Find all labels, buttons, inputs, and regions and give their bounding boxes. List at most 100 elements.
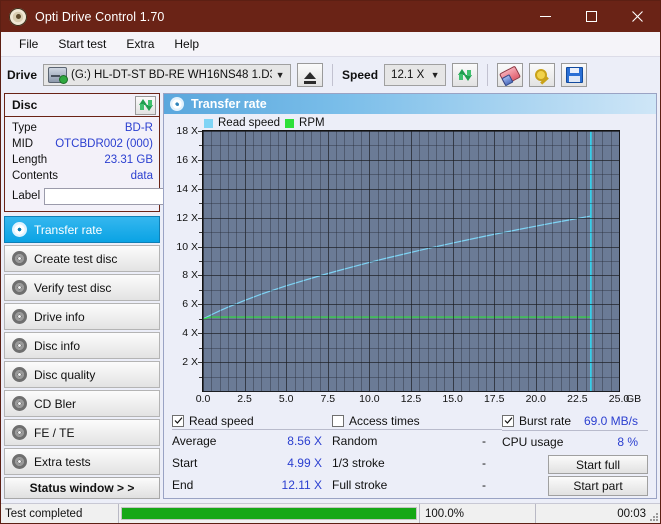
grid-line-h <box>203 131 619 132</box>
sidebar-item-cd-bler[interactable]: CD Bler <box>4 390 160 417</box>
x-axis-tick-label: 17.5 <box>484 393 504 405</box>
menu-start-test[interactable]: Start test <box>48 34 116 54</box>
disc-field-key: MID <box>12 138 33 150</box>
start-full-button[interactable]: Start full <box>548 455 648 475</box>
disc-refresh-button[interactable] <box>135 96 156 115</box>
x-axis-tick-label: 25.0 <box>609 393 629 405</box>
speed-select-value: 12.1 X <box>387 69 427 81</box>
read-speed-checkbox[interactable]: Read speed <box>172 414 254 428</box>
sidebar-item-label: Transfer rate <box>34 223 102 237</box>
stat-value: - <box>482 456 492 470</box>
legend-swatch-read-speed <box>204 119 213 128</box>
read-speed-header: Read speed <box>172 412 332 430</box>
menu-file[interactable]: File <box>9 34 48 54</box>
sidebar-item-verify-test-disc[interactable]: Verify test disc <box>4 274 160 301</box>
panel-header: Transfer rate <box>164 94 656 114</box>
x-axis-tick-label: 22.5 <box>567 393 587 405</box>
y-axis-tick-label: 18 X <box>176 125 198 137</box>
access-times-header: Access times <box>332 412 502 430</box>
sidebar-item-disc-quality[interactable]: Disc quality <box>4 361 160 388</box>
stat-key: Start <box>172 456 197 470</box>
sidebar-item-fe-te[interactable]: FE / TE <box>4 419 160 446</box>
sidebar-item-disc-info[interactable]: Disc info <box>4 332 160 359</box>
access-times-label: Access times <box>349 414 420 428</box>
erase-button[interactable] <box>497 63 523 87</box>
stat-row-third-stroke: 1/3 stroke - <box>332 452 502 474</box>
burst-rate-column: Burst rate 69.0 MB/s CPU usage 8 % Start… <box>502 412 648 496</box>
save-icon <box>566 67 583 83</box>
sidebar-item-extra-tests[interactable]: Extra tests <box>4 448 160 475</box>
x-axis-tick-label: 15.0 <box>442 393 462 405</box>
speed-label: Speed <box>342 68 378 82</box>
stat-value: - <box>482 478 492 492</box>
sidebar-item-drive-info[interactable]: Drive info <box>4 303 160 330</box>
close-icon[interactable] <box>614 1 660 32</box>
test-nav-list: Transfer rate Create test disc Verify te… <box>4 216 160 475</box>
disc-panel-title: Disc <box>12 98 37 112</box>
speed-select[interactable]: 12.1 X ▼ <box>384 64 446 86</box>
sidebar-item-label: Verify test disc <box>34 281 111 295</box>
chart-x-axis: GB 0.02.55.07.510.012.515.017.520.022.52… <box>202 392 620 408</box>
stat-key: CPU usage <box>502 435 563 449</box>
disc-panel: Disc Type BD-R MID OTCBDR002 (000) <box>4 93 160 212</box>
refresh-button[interactable] <box>452 63 478 87</box>
grid-line-v <box>619 131 620 391</box>
menu-help[interactable]: Help <box>164 34 209 54</box>
drive-select[interactable]: (G:) HL-DT-ST BD-RE WH16NS48 1.D3 ▼ <box>43 64 291 86</box>
grid-line-minor-h <box>203 348 619 349</box>
eject-icon <box>304 72 316 79</box>
drive-select-value: (G:) HL-DT-ST BD-RE WH16NS48 1.D3 <box>67 69 272 81</box>
save-button[interactable] <box>561 63 587 87</box>
disc-field-key: Type <box>12 122 37 134</box>
menu-extra[interactable]: Extra <box>116 34 164 54</box>
burst-rate-checkbox[interactable]: Burst rate <box>502 414 571 428</box>
drive-toolbar: Drive (G:) HL-DT-ST BD-RE WH16NS48 1.D3 … <box>1 57 660 93</box>
chevron-down-icon: ▼ <box>272 70 288 80</box>
title-bar: Opti Drive Control 1.70 <box>1 1 660 32</box>
status-message: Test completed <box>1 504 118 523</box>
stat-row-start: Start 4.99 X <box>172 452 332 474</box>
toolbar-divider-2 <box>487 64 488 86</box>
start-part-button[interactable]: Start part <box>548 476 648 496</box>
disc-icon <box>12 251 27 266</box>
tools-icon <box>534 68 550 82</box>
disc-icon <box>12 425 27 440</box>
access-times-checkbox[interactable]: Access times <box>332 414 420 428</box>
main-content: Disc Type BD-R MID OTCBDR002 (000) <box>1 93 660 503</box>
read-speed-column: Read speed Average 8.56 X Start 4.99 X E… <box>172 412 332 496</box>
sidebar-item-label: Create test disc <box>34 252 117 266</box>
eject-button[interactable] <box>297 63 323 87</box>
resize-grip-icon[interactable] <box>649 512 658 521</box>
sidebar-item-label: Disc quality <box>34 368 95 382</box>
grid-line-minor-h <box>203 319 619 320</box>
x-axis-tick-label: 10.0 <box>359 393 379 405</box>
minimize-icon[interactable] <box>522 1 568 32</box>
stat-value: 8 % <box>617 435 638 449</box>
status-window-button[interactable]: Status window > > <box>4 477 160 499</box>
stat-row-average: Average 8.56 X <box>172 430 332 452</box>
stat-key: Average <box>172 434 216 448</box>
disc-icon <box>170 97 184 111</box>
maximize-icon[interactable] <box>568 1 614 32</box>
y-axis-tick-label: 4 X <box>182 327 198 339</box>
disc-field-length: Length 23.31 GB <box>12 152 153 168</box>
chart-container: Read speed RPM 2 X4 X6 X8 X10 X12 X14 X1… <box>164 114 656 408</box>
tools-button[interactable] <box>529 63 555 87</box>
stat-value: 4.99 X <box>287 456 322 470</box>
chart-legend: Read speed RPM <box>168 116 650 130</box>
grid-line-h <box>203 160 619 161</box>
grid-line-minor-h <box>203 377 619 378</box>
legend-label-read-speed: Read speed <box>218 117 280 129</box>
sidebar-item-transfer-rate[interactable]: Transfer rate <box>4 216 160 243</box>
chart-plot-area[interactable] <box>202 130 620 392</box>
stat-value: 12.11 X <box>282 478 322 492</box>
progress-bar <box>121 507 417 520</box>
grid-line-h <box>203 247 619 248</box>
stat-key: 1/3 stroke <box>332 456 385 470</box>
drive-label: Drive <box>7 68 37 82</box>
refresh-icon <box>138 98 154 112</box>
stat-row-full-stroke: Full stroke - <box>332 474 502 496</box>
x-axis-tick-label: 7.5 <box>320 393 335 405</box>
sidebar-item-create-test-disc[interactable]: Create test disc <box>4 245 160 272</box>
y-axis-tick-label: 8 X <box>182 269 198 281</box>
